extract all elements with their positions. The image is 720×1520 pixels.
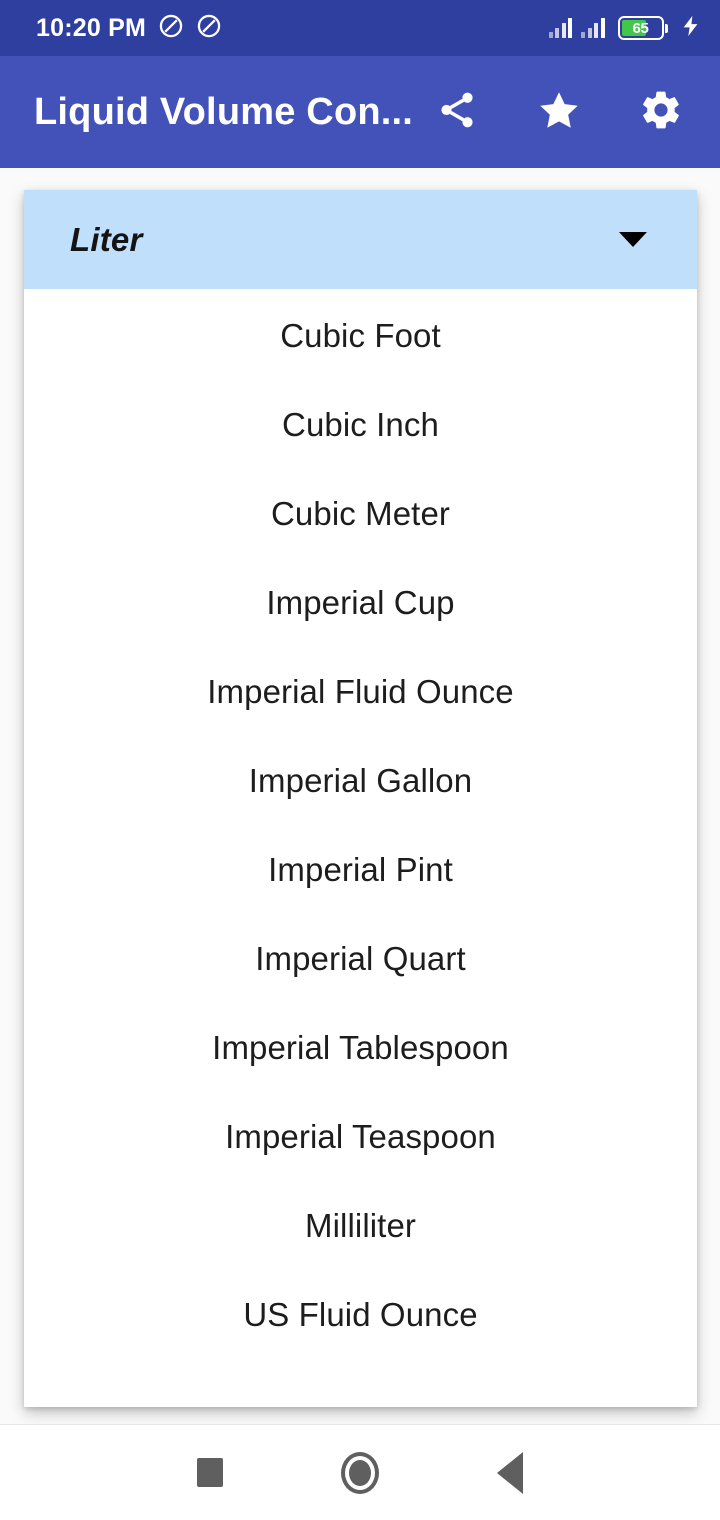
dropdown-option-label: US Fluid Ounce: [243, 1295, 478, 1333]
app-bar-actions: [434, 89, 684, 135]
dropdown-option-label: Cubic Foot: [280, 316, 441, 354]
signal-bars-icon: [548, 18, 572, 38]
list-item[interactable]: Imperial Pint: [24, 825, 697, 914]
dropdown-option-label: Imperial Teaspoon: [225, 1117, 496, 1155]
status-bar-right: 65: [548, 13, 703, 44]
list-item[interactable]: Imperial Tablespoon: [24, 1003, 697, 1092]
dropdown-option-label: Cubic Meter: [271, 494, 450, 532]
list-item[interactable]: Imperial Gallon: [24, 736, 697, 825]
favorite-button[interactable]: [536, 89, 582, 135]
dropdown-option-label: Imperial Quart: [255, 939, 466, 977]
dropdown-option-label: Milliliter: [305, 1206, 416, 1244]
gear-icon: [639, 88, 683, 137]
recents-button[interactable]: [135, 1425, 285, 1520]
list-item[interactable]: Milliliter: [24, 1181, 697, 1270]
status-bar-left: 10:20 PM: [36, 13, 222, 44]
dropdown-option-label: Imperial Cup: [266, 583, 455, 621]
charging-bolt-icon: [680, 13, 702, 44]
square-icon: [197, 1458, 223, 1487]
system-navigation-bar: [0, 1424, 720, 1520]
settings-button[interactable]: [638, 89, 684, 135]
star-icon: [537, 88, 581, 137]
app-bar: Liquid Volume Con...: [0, 56, 720, 168]
list-item[interactable]: Imperial Teaspoon: [24, 1092, 697, 1181]
signal-bars-icon: [581, 18, 605, 38]
list-item[interactable]: Imperial Quart: [24, 914, 697, 1003]
share-icon: [436, 89, 478, 136]
list-item[interactable]: Cubic Foot: [24, 291, 697, 380]
dropdown-option-label: Imperial Pint: [268, 850, 453, 888]
battery-icon: 65: [617, 16, 668, 40]
list-item[interactable]: Imperial Fluid Ounce: [24, 647, 697, 736]
page-title: Liquid Volume Con...: [34, 90, 414, 133]
battery-level-label: 65: [632, 19, 649, 37]
list-item[interactable]: Cubic Inch: [24, 380, 697, 469]
back-button[interactable]: [435, 1425, 585, 1520]
list-item[interactable]: Cubic Meter: [24, 469, 697, 558]
unit-dropdown: Liter Cubic Foot Cubic Inch Cubic Meter …: [24, 190, 697, 1407]
dropdown-options-list[interactable]: Cubic Foot Cubic Inch Cubic Meter Imperi…: [24, 289, 697, 1407]
circle-icon: [341, 1451, 379, 1494]
chevron-down-icon[interactable]: [619, 232, 647, 247]
home-button[interactable]: [285, 1425, 435, 1520]
do-not-disturb-icon: [158, 13, 184, 44]
dropdown-selected-row[interactable]: Liter: [24, 190, 697, 289]
triangle-left-icon: [497, 1451, 523, 1494]
status-clock: 10:20 PM: [36, 13, 146, 42]
content-area: Liter Cubic Foot Cubic Inch Cubic Meter …: [0, 168, 720, 1424]
list-item[interactable]: US Fluid Ounce: [24, 1270, 697, 1359]
dropdown-option-label: Imperial Gallon: [248, 761, 473, 799]
dropdown-option-label: Imperial Tablespoon: [212, 1028, 509, 1066]
dropdown-option-label: Cubic Inch: [282, 405, 439, 443]
share-button[interactable]: [434, 89, 480, 135]
dropdown-option-label: Imperial Fluid Ounce: [207, 672, 514, 710]
list-item[interactable]: Imperial Cup: [24, 558, 697, 647]
dropdown-selected-label: Liter: [70, 220, 143, 258]
do-not-disturb-icon: [196, 13, 222, 44]
status-bar: 10:20 PM 65: [0, 0, 720, 56]
